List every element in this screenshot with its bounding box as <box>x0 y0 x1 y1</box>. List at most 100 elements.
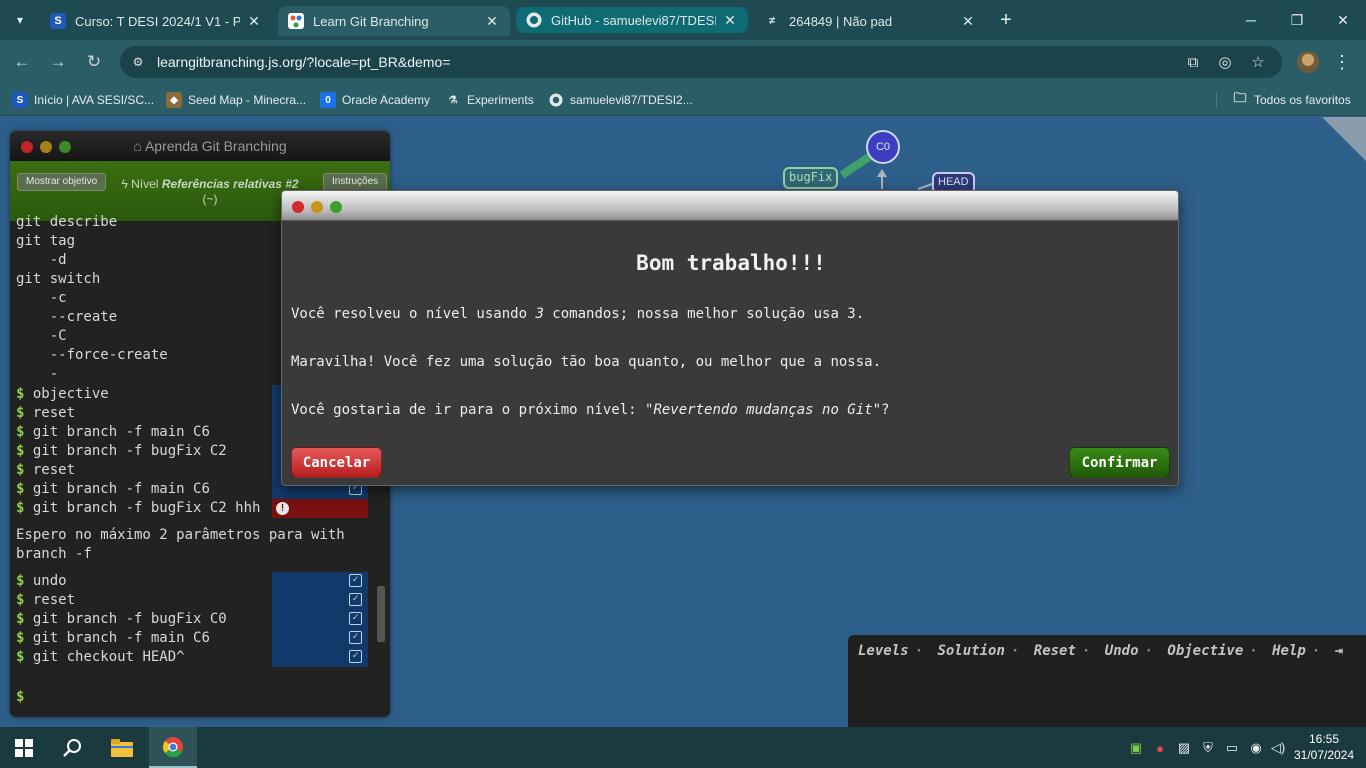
terminal-line: -c <box>16 290 67 306</box>
windows-start-icon[interactable] <box>0 727 48 768</box>
terminal-titlebar: ⌂ Aprenda Git Branching <box>10 131 390 161</box>
commit-node-c0[interactable]: C0 <box>866 130 900 164</box>
chrome-taskbar-icon[interactable] <box>149 727 197 768</box>
close-tab-icon[interactable]: ✕ <box>722 12 738 29</box>
sesi-favicon-icon: S <box>50 13 66 29</box>
terminal-scrollbar[interactable] <box>375 576 387 656</box>
photos-icon[interactable]: ▨ <box>1175 739 1193 757</box>
command-status-ok: ✓ <box>272 629 368 648</box>
oracle-icon: 0 <box>320 92 336 108</box>
command-line: $ git branch -f main C6 <box>16 630 210 646</box>
bookmarks-bar: S Início | AVA SESI/SC... ◆ Seed Map - M… <box>0 84 1366 116</box>
command-line: $ git branch -f main C6 <box>16 424 210 440</box>
bookmark-experiments[interactable]: ⚗ Experiments <box>445 91 534 109</box>
all-bookmarks-folder[interactable]: 🗀 Todos os favoritos <box>1232 90 1350 109</box>
close-window-button[interactable]: ✕ <box>1320 0 1366 40</box>
flask-icon: ⚗ <box>448 94 458 106</box>
tab-curso[interactable]: S Curso: T DESI 2024/1 V1 - Prog ✕ <box>40 6 272 36</box>
browser-menu-icon[interactable]: ⋮ <box>1333 50 1351 74</box>
error-icon: ! <box>276 502 289 515</box>
bolt-icon: ϟ <box>121 177 128 191</box>
show-goal-button[interactable]: Mostrar objetivo <box>17 173 107 191</box>
network-icon[interactable]: ▭ <box>1223 739 1241 757</box>
dialog-next-level-text: Você gostaria de ir para o próximo nível… <box>291 402 890 418</box>
terminal-line: git tag <box>16 233 76 249</box>
tab-notion[interactable]: ≠ 264849 | Não pad ✕ <box>754 6 986 36</box>
bookmark-ava-sesi[interactable]: S Início | AVA SESI/SC... <box>12 91 154 109</box>
bookmark-github[interactable]: samuelevi87/TDESI2... <box>548 91 693 109</box>
bookmark-label: Seed Map - Minecra... <box>188 93 307 107</box>
reload-icon[interactable]: ↻ <box>82 50 106 74</box>
tray-app-icon[interactable]: ▣ <box>1127 739 1145 757</box>
command-line: $ reset <box>16 592 76 608</box>
eye-off-icon[interactable]: ◎ <box>1214 52 1236 72</box>
terminal-line: git switch <box>16 271 101 287</box>
confirm-button[interactable]: Confirmar <box>1069 447 1170 478</box>
bookmark-label: Oracle Academy <box>342 93 431 107</box>
bookmark-star-icon[interactable]: ☆ <box>1247 52 1269 72</box>
close-dot-icon[interactable] <box>292 201 304 213</box>
command-status-ok: ✓ <box>272 572 368 591</box>
address-bar[interactable]: ⚙ learngitbranching.js.org/?locale=pt_BR… <box>120 46 1282 78</box>
close-tab-icon[interactable]: ✕ <box>246 13 262 30</box>
file-explorer-icon[interactable] <box>98 727 146 768</box>
objective-link[interactable]: Objective <box>1167 643 1243 659</box>
instructions-button[interactable]: Instruções <box>323 173 388 191</box>
git-branching-favicon-icon <box>288 13 304 29</box>
eye-icon[interactable]: ◉ <box>1247 739 1265 757</box>
site-info-icon[interactable]: ⚙ <box>130 54 146 70</box>
tab-github[interactable]: GitHub - samuelevi87/TDESI202 ✕ <box>516 7 748 33</box>
tab-search-dropdown[interactable]: ▾ <box>8 8 32 32</box>
terminal-line: --force-create <box>16 347 168 363</box>
branch-label-bugfix[interactable]: bugFix <box>783 167 839 189</box>
bookmark-label: samuelevi87/TDESI2... <box>570 93 693 107</box>
terminal-prompt[interactable]: $ <box>16 688 24 707</box>
security-icon[interactable]: ⛨ <box>1199 739 1217 757</box>
url-text[interactable]: learngitbranching.js.org/?locale=pt_BR&d… <box>157 54 450 70</box>
profile-avatar[interactable] <box>1297 51 1319 73</box>
close-tab-icon[interactable]: ✕ <box>484 13 500 30</box>
level-complete-dialog: Bom trabalho!!! Você resolveu o nível us… <box>281 190 1179 486</box>
scrollbar-thumb[interactable] <box>377 586 385 642</box>
reset-link[interactable]: Reset <box>1034 643 1076 659</box>
back-arrow-icon[interactable]: ← <box>10 50 34 74</box>
tab-learn-git-branching[interactable]: Learn Git Branching ✕ <box>278 6 510 36</box>
system-clock[interactable]: 16:55 31/07/2024 <box>1286 731 1362 763</box>
bookmark-seed-map[interactable]: ◆ Seed Map - Minecra... <box>166 91 306 109</box>
forward-arrow-icon[interactable]: → <box>46 50 70 74</box>
page-corner-fold <box>1322 117 1366 161</box>
minimize-dot-icon[interactable] <box>311 201 323 213</box>
minimize-button[interactable]: ─ <box>1228 0 1274 40</box>
new-tab-button[interactable]: + <box>994 8 1018 32</box>
tab-title: 264849 | Não pad <box>789 13 893 29</box>
level-label[interactable]: ϟ Nível Referências relativas #2 (~) <box>110 177 310 207</box>
close-tab-icon[interactable]: ✕ <box>960 13 976 30</box>
command-status-ok: ✓ <box>272 648 368 667</box>
search-icon[interactable] <box>48 727 96 768</box>
undo-link[interactable]: Undo <box>1105 643 1139 659</box>
notification-badge-icon[interactable]: ● <box>1151 739 1169 757</box>
restore-button[interactable]: ❐ <box>1274 0 1320 40</box>
command-line: $ git branch -f bugFix C2 hhh <box>16 500 261 516</box>
error-message: branch -f <box>16 546 92 562</box>
help-link[interactable]: Help <box>1272 643 1306 659</box>
solution-link[interactable]: Solution <box>937 643 1004 659</box>
bookmark-label: Início | AVA SESI/SC... <box>34 93 155 107</box>
seed-icon: ◆ <box>166 92 182 108</box>
tab-title: Learn Git Branching <box>313 13 429 29</box>
translate-icon[interactable]: ⧉ <box>1182 52 1204 72</box>
level-name: Referências relativas #2 <box>161 177 299 191</box>
command-bar: Levels · Solution · Reset · Undo · Objective… <box>848 635 1366 727</box>
maximize-dot-icon[interactable] <box>330 201 342 213</box>
command-line: $ objective <box>16 386 109 402</box>
exit-icon[interactable]: ⇥ <box>1335 643 1343 659</box>
command-line: $ git branch -f bugFix C0 <box>16 611 227 627</box>
command-links: Levels · Solution · Reset · Undo · Objective… <box>858 643 1344 659</box>
volume-icon[interactable]: ◁) <box>1269 739 1287 757</box>
checkbox-icon: ✓ <box>349 650 362 663</box>
cancel-button[interactable]: Cancelar <box>291 447 382 478</box>
command-status-ok: ✓ <box>272 610 368 629</box>
bookmark-oracle-academy[interactable]: 0 Oracle Academy <box>320 91 430 109</box>
levels-link[interactable]: Levels <box>858 643 909 659</box>
bookmark-label: Experiments <box>467 93 534 107</box>
